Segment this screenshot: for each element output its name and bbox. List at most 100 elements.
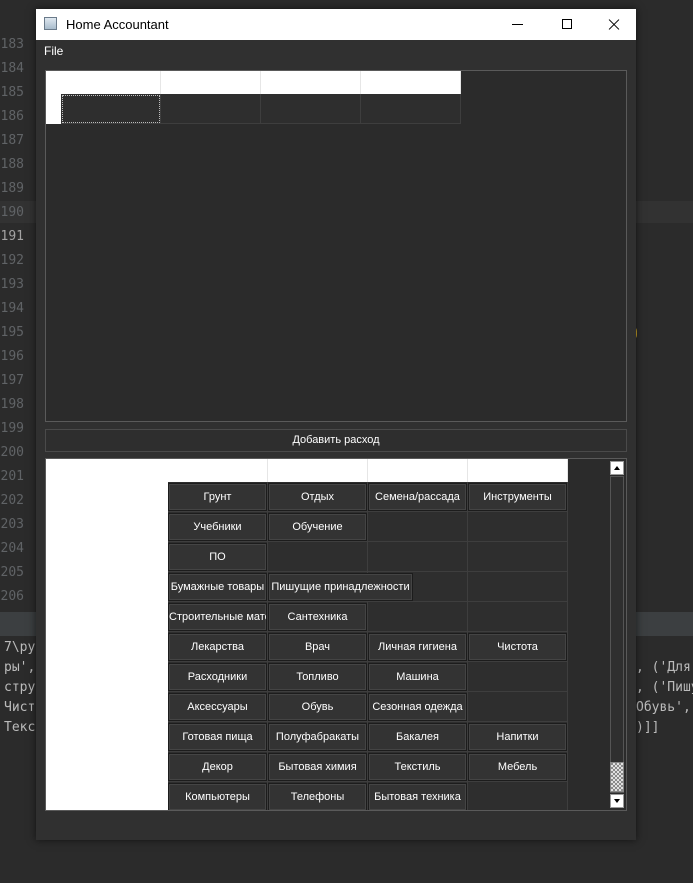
- category-cell[interactable]: [368, 542, 468, 572]
- console-line: ры',: [4, 660, 36, 675]
- category-button[interactable]: Телефоны: [268, 783, 367, 810]
- category-cell[interactable]: [468, 542, 568, 572]
- console-line: Обувь',: [636, 700, 691, 715]
- expense-table[interactable]: [45, 70, 627, 422]
- line-number: 201: [0, 469, 24, 484]
- category-button[interactable]: Компьютеры: [168, 783, 267, 810]
- category-button[interactable]: Обувь: [268, 693, 367, 721]
- category-button[interactable]: Личная гигиена: [368, 633, 467, 661]
- category-row-header-area: [46, 459, 168, 810]
- menu-bar: File: [36, 40, 636, 62]
- category-cell[interactable]: [368, 602, 468, 632]
- category-button[interactable]: Бумажные товары: [168, 573, 267, 601]
- line-number: 195: [0, 325, 24, 340]
- category-button[interactable]: Топливо: [268, 663, 367, 691]
- category-button[interactable]: Бытовая техника: [368, 783, 467, 810]
- category-cell[interactable]: [468, 602, 568, 632]
- line-number: 200: [0, 445, 24, 460]
- category-table[interactable]: Грунт Отдых Семена/рассада Инструменты Учебн…: [45, 458, 627, 811]
- category-button[interactable]: Бакалея: [368, 723, 467, 751]
- title-bar[interactable]: Home Accountant: [36, 9, 636, 40]
- category-cell[interactable]: [268, 542, 368, 572]
- add-expense-button[interactable]: Добавить расход: [45, 429, 627, 452]
- line-number: 188: [0, 157, 24, 172]
- line-number: 203: [0, 517, 24, 532]
- table-cell[interactable]: [161, 94, 261, 124]
- category-button[interactable]: Текстиль: [368, 753, 467, 781]
- line-number: 186: [0, 109, 24, 124]
- scroll-track[interactable]: [610, 476, 624, 793]
- category-button[interactable]: Учебники: [168, 513, 267, 541]
- scroll-thumb[interactable]: [610, 762, 624, 792]
- category-button[interactable]: Инструменты: [468, 483, 567, 511]
- line-number: 198: [0, 397, 24, 412]
- category-button[interactable]: Грунт: [168, 483, 267, 511]
- category-button[interactable]: Машина: [368, 663, 467, 691]
- category-button[interactable]: Обучение: [268, 513, 367, 541]
- column-header[interactable]: [361, 71, 461, 94]
- column-header[interactable]: [368, 459, 468, 482]
- category-button[interactable]: Отдых: [268, 483, 367, 511]
- line-number: 192: [0, 253, 24, 268]
- console-line: Чист: [4, 700, 36, 715]
- scroll-down-icon[interactable]: [610, 794, 624, 808]
- column-header[interactable]: [161, 71, 261, 94]
- column-header[interactable]: [168, 459, 268, 482]
- category-button[interactable]: Строительные материалы: [168, 603, 267, 631]
- category-cell[interactable]: [468, 572, 568, 602]
- scroll-up-icon[interactable]: [610, 461, 624, 475]
- category-cell[interactable]: [468, 662, 568, 692]
- category-cell[interactable]: [368, 512, 468, 542]
- vertical-scrollbar[interactable]: [608, 459, 626, 810]
- console-line: , ('Пишу: [636, 680, 693, 695]
- close-icon[interactable]: [590, 9, 636, 40]
- category-button[interactable]: Готовая пища: [168, 723, 267, 751]
- column-header[interactable]: [261, 71, 361, 94]
- window-title: Home Accountant: [66, 17, 169, 32]
- category-button[interactable]: Пишущие принадлежности: [268, 573, 413, 601]
- category-button[interactable]: Декор: [168, 753, 267, 781]
- category-button[interactable]: Напитки: [468, 723, 567, 751]
- line-number: 187: [0, 133, 24, 148]
- category-button[interactable]: Расходники: [168, 663, 267, 691]
- category-button[interactable]: Врач: [268, 633, 367, 661]
- category-button[interactable]: Мебель: [468, 753, 567, 781]
- category-button[interactable]: Семена/рассада: [368, 483, 467, 511]
- category-button[interactable]: Аксессуары: [168, 693, 267, 721]
- home-accountant-window: Home Accountant File Добавить расход Гру…: [36, 9, 636, 840]
- category-button[interactable]: Лекарства: [168, 633, 267, 661]
- line-number: 190: [0, 205, 24, 220]
- table-cell[interactable]: [61, 94, 161, 124]
- line-number: 202: [0, 493, 24, 508]
- console-line: )]]: [636, 720, 660, 735]
- table-corner-button[interactable]: [46, 71, 61, 94]
- category-cell[interactable]: [468, 512, 568, 542]
- column-header[interactable]: [468, 459, 568, 482]
- line-number: 204: [0, 541, 24, 556]
- category-button[interactable]: Чистота: [468, 633, 567, 661]
- category-cell[interactable]: [468, 782, 568, 810]
- column-header[interactable]: [61, 71, 161, 94]
- line-number: 196: [0, 349, 24, 364]
- category-button[interactable]: Полуфабракаты: [268, 723, 367, 751]
- category-button[interactable]: Бытовая химия: [268, 753, 367, 781]
- category-cell[interactable]: [468, 692, 568, 722]
- category-button[interactable]: ПО: [168, 543, 267, 571]
- category-button[interactable]: Сантехника: [268, 603, 367, 631]
- line-number: 194: [0, 301, 24, 316]
- minimize-icon[interactable]: [494, 9, 540, 40]
- line-number: 197: [0, 373, 24, 388]
- maximize-icon[interactable]: [544, 9, 590, 40]
- table-cell[interactable]: [361, 94, 461, 124]
- column-header[interactable]: [268, 459, 368, 482]
- category-button[interactable]: Сезонная одежда: [368, 693, 467, 721]
- line-number: 189: [0, 181, 24, 196]
- app-icon: [44, 17, 57, 30]
- console-line: стру: [4, 680, 36, 695]
- line-number: 185: [0, 85, 24, 100]
- line-number: 191: [0, 229, 24, 244]
- line-number: 206: [0, 589, 24, 604]
- table-cell[interactable]: [261, 94, 361, 124]
- menu-file[interactable]: File: [44, 44, 63, 58]
- row-header[interactable]: [46, 94, 61, 124]
